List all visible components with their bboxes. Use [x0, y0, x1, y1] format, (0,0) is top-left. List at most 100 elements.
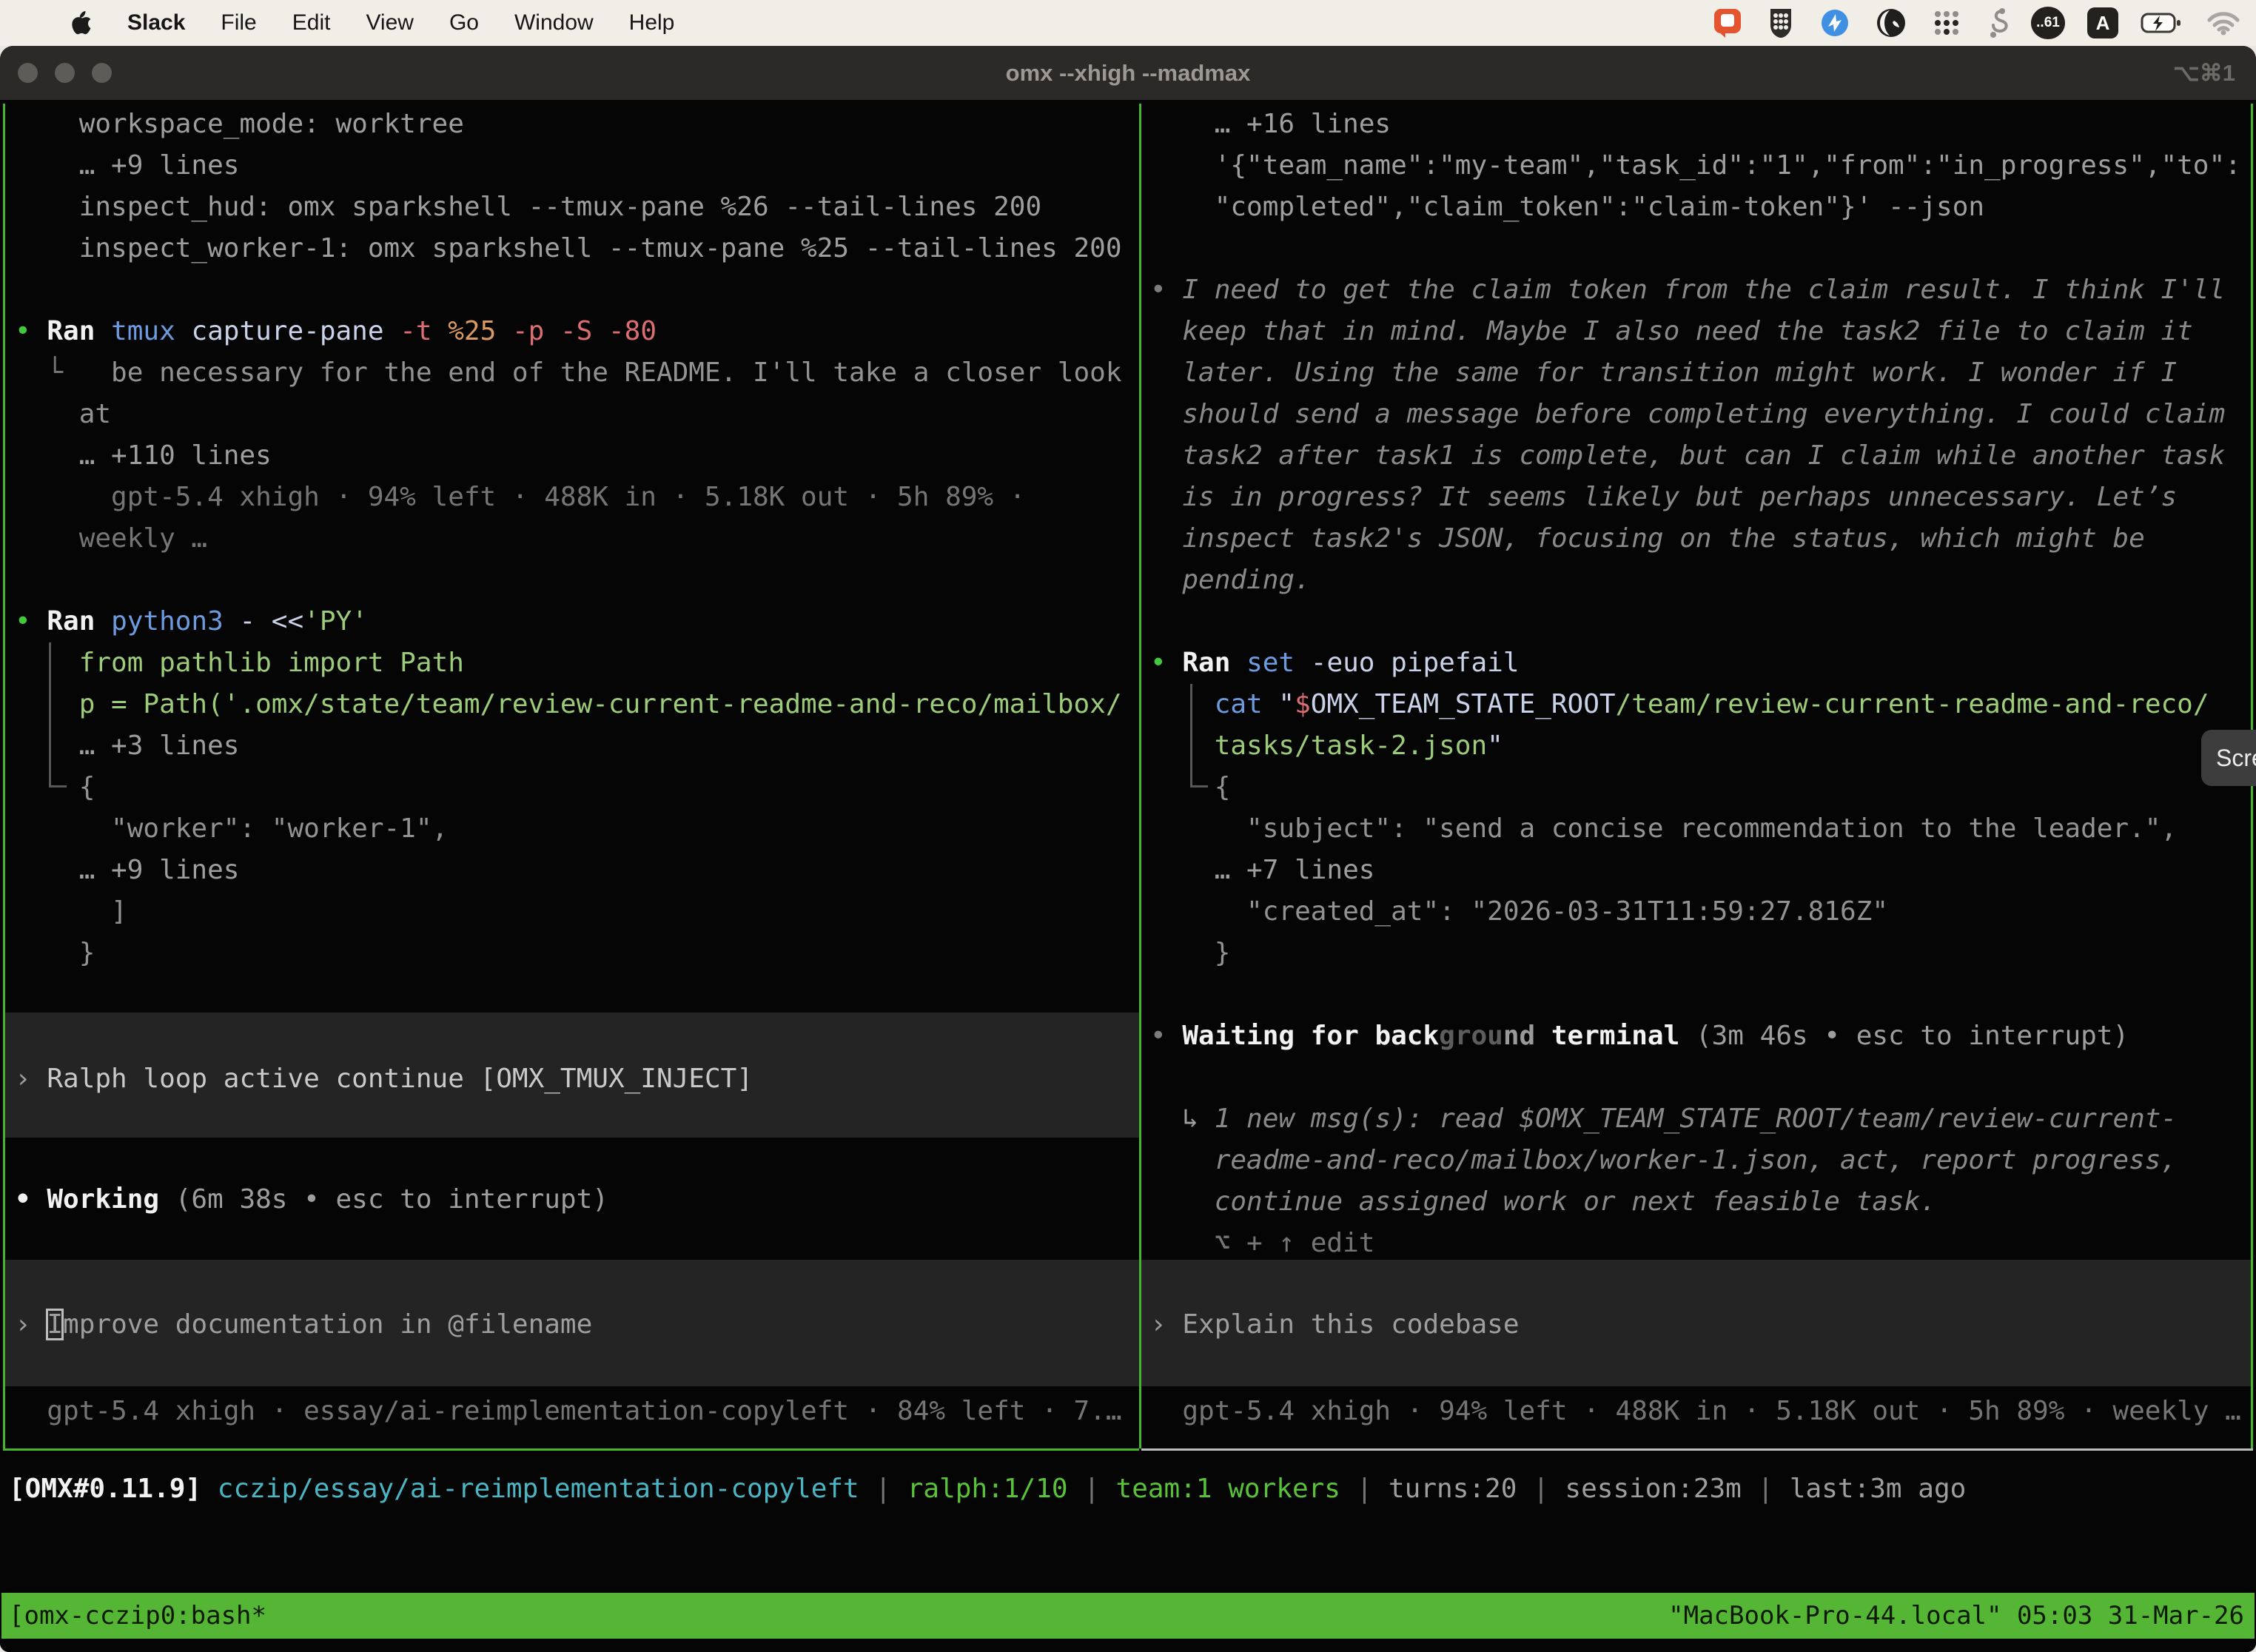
keypad-shield-icon[interactable] [1766, 6, 1796, 40]
apple-menu-icon[interactable] [71, 10, 92, 36]
text-segment: be necessary for the end of the README. … [111, 357, 1121, 388]
window-titlebar[interactable]: omx --xhigh --madmax ⌥⌘1 [0, 46, 2256, 100]
ralph-loop-banner: › Ralph loop active continue [OMX_TMUX_I… [15, 1058, 753, 1100]
text-segment: team:1 workers [1116, 1474, 1340, 1504]
menu-item-slack[interactable]: Slack [127, 10, 185, 36]
text-segment: session:23m [1565, 1474, 1741, 1504]
dots-grid-icon[interactable] [1930, 7, 1963, 39]
text-segment: inspect task2's JSON, focusing on the st… [1150, 523, 2145, 554]
ran-set-command: • Ran set -euo pipefail [1150, 642, 2241, 684]
json-output: } [1150, 933, 2241, 974]
terminal-window: omx --xhigh --madmax ⌥⌘1 workspace_mode:… [0, 46, 2256, 1652]
collapsed-lines: … +16 lines [1150, 104, 2241, 145]
left-pane: workspace_mode: worktree … +9 lines insp… [15, 104, 1122, 974]
tmux-session-name[interactable]: [omx-cczip0:bash* [9, 1593, 266, 1639]
pane-status-line: gpt-5.4 xhigh · 94% left · 488K in · 5.1… [1150, 1391, 2241, 1432]
text-segment: tmux [111, 316, 191, 346]
battery-charging-icon[interactable] [2141, 11, 2183, 35]
thinking-text: pending. [1150, 560, 2241, 601]
collapsed-lines: … +7 lines [1150, 850, 2241, 891]
ran-python-command: • Ran python3 - <<'PY' [15, 601, 1122, 642]
text-segment: from pathlib import Path [15, 648, 464, 678]
blank-line [1150, 974, 2241, 1015]
waiting-status: • Waiting for background terminal (3m 46… [1150, 1015, 2241, 1057]
text-segment: OMX_TEAM_STATE_ROOT [1311, 689, 1616, 719]
bullet-icon: • [1150, 1021, 1182, 1051]
text-segment: (6m 38s • esc to interrupt) [175, 1184, 608, 1215]
text-segment: weekly … [15, 523, 207, 554]
json-payload: '{"team_name":"my-team","task_id":"1","f… [1150, 145, 2241, 187]
json-output: "worker": "worker-1", [15, 808, 1122, 850]
json-output: { [1150, 767, 2241, 808]
json-output: "subject": "send a concise recommendatio… [1150, 808, 2241, 850]
ralph-loop-banner: › Ralph loop active continue [OMX_TMUX_I… [15, 1058, 753, 1100]
menu-item-view[interactable]: View [366, 10, 413, 36]
prompt-chevron-icon: › [1150, 1309, 1182, 1340]
text-segment: Waiting for back [1182, 1021, 1439, 1051]
text-segment: cczip/essay/ai-reimplementation-copyleft [218, 1474, 859, 1504]
text-segment: -t [400, 316, 448, 346]
text-segment: | [859, 1474, 907, 1504]
text-segment: cat [1150, 689, 1278, 719]
text-segment: Ran [47, 606, 111, 637]
text-segment: } [1150, 938, 1230, 968]
workspace-mode-line: workspace_mode: worktree [15, 104, 1122, 145]
bullet-icon: • [1150, 275, 1182, 305]
text-segment: -p [512, 316, 560, 346]
json-output: ] [15, 891, 1122, 933]
text-segment: gpt-5.4 xhigh · 94% left · 488K in · 5.1… [15, 482, 1025, 512]
text-segment: … +7 lines [1150, 855, 1374, 885]
text-segment: Ran [47, 316, 111, 346]
edit-hint: ⌥ + ↑ edit [1150, 1223, 2241, 1264]
usage-stats: gpt-5.4 xhigh · 94% left · 488K in · 5.1… [15, 477, 1122, 518]
prompt-input[interactable]: › Improve documentation in @filename [15, 1304, 592, 1346]
input-source-a-icon[interactable]: A [2087, 7, 2118, 38]
menu-item-window[interactable]: Window [514, 10, 594, 36]
bullet-icon: • [1150, 648, 1182, 678]
prompt-suggestion: › Explain this codebase [1150, 1304, 1520, 1346]
tmux-host-clock: "MacBook-Pro-44.local" 05:03 31-Mar-26 [1668, 1593, 2244, 1639]
right-pane: … +16 lines '{"team_name":"my-team","tas… [1150, 104, 2241, 1264]
prompt-input-text: › Improve documentation in @filename [15, 1304, 592, 1346]
text-segment: inspect_hud: omx sparkshell --tmux-pane … [15, 192, 1041, 222]
text-segment: p = Path('.omx/state/team/review-current… [15, 689, 1122, 719]
omx-status-line: [OMX#0.11.9] cczip/essay/ai-reimplementa… [9, 1468, 1966, 1510]
text-segment: } [15, 938, 95, 968]
text-segment: nd [1503, 1021, 1535, 1051]
wifi-icon[interactable] [2206, 10, 2241, 36]
text-segment: gpt-5.4 xhigh · essay/ai-reimplementatio… [15, 1396, 1122, 1426]
text-segment: python3 [111, 606, 239, 637]
text-segment: Explain this codebase [1182, 1309, 1519, 1340]
pane-border-bottom-left [3, 1448, 1139, 1451]
dark-crescent-icon[interactable] [1874, 6, 1908, 40]
text-segment: "created_at": "2026-03-31T11:59:27.816Z" [1150, 896, 1888, 927]
menu-item-go[interactable]: Go [449, 10, 479, 36]
python-code: from pathlib import Path [15, 642, 1122, 684]
s-curve-icon[interactable] [1985, 5, 2009, 41]
pane-border-left [3, 104, 5, 1448]
json-output: } [15, 933, 1122, 974]
count-badge[interactable]: ..61 [2031, 7, 2065, 39]
text-segment: ⌥ + ↑ edit [1150, 1228, 1374, 1258]
text-segment: Working [47, 1184, 175, 1215]
text-segment: workspace_mode: worktree [15, 109, 464, 139]
text-segment: inspect_worker-1: omx sparkshell --tmux-… [15, 233, 1122, 263]
chat-icon[interactable] [1711, 6, 1744, 40]
thinking-text: inspect task2's JSON, focusing on the st… [1150, 518, 2241, 560]
text-segment: -80 [608, 316, 657, 346]
text-segment: %25 [448, 316, 512, 346]
text-segment: | [1517, 1474, 1565, 1504]
text-segment: … +16 lines [1150, 109, 1391, 139]
text-segment: " [1278, 689, 1295, 719]
menu-bar: Slack File Edit View Go Window Help [0, 0, 2256, 46]
pane-divider[interactable] [1139, 104, 1141, 1448]
text-segment: "subject": "send a concise recommendatio… [1150, 813, 2177, 844]
menu-item-edit[interactable]: Edit [292, 10, 331, 36]
menu-item-help[interactable]: Help [629, 10, 675, 36]
thinking-text: • I need to get the claim token from the… [1150, 269, 2241, 311]
text-segment: | [1068, 1474, 1116, 1504]
prompt-suggestion[interactable]: › Explain this codebase [1150, 1304, 1520, 1346]
text-segment: at [15, 399, 111, 429]
menu-item-file[interactable]: File [221, 10, 256, 36]
blue-bolt-badge-icon[interactable] [1818, 6, 1852, 40]
